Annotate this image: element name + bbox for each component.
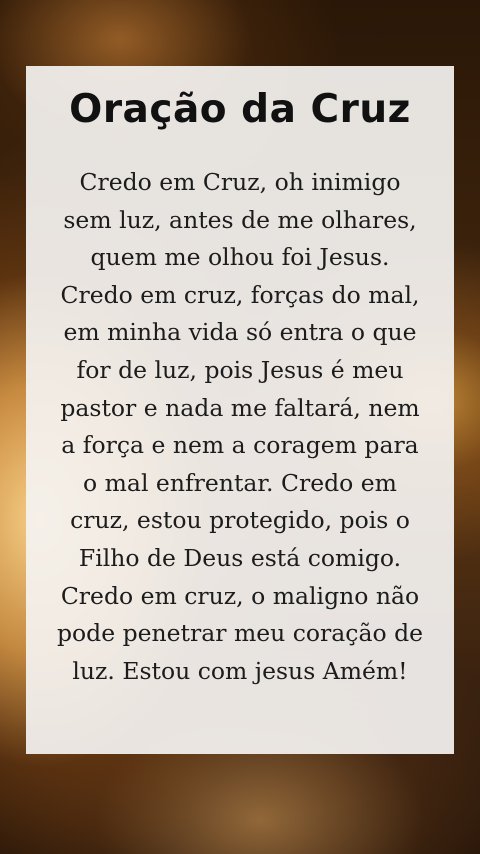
- prayer-line: Filho de Deus está comigo.: [78, 543, 402, 572]
- prayer-card: Oração da Cruz Credo em Cruz, oh inimigo…: [26, 66, 454, 754]
- prayer-title: Oração da Cruz: [69, 87, 411, 132]
- prayer-line: pastor e nada me faltará, nem: [60, 393, 420, 422]
- prayer-line: pode penetrar meu coração de: [56, 619, 424, 648]
- prayer-line: sem luz, antes de me olhares,: [63, 205, 417, 234]
- prayer-line: em minha vida só entra o que: [63, 318, 417, 347]
- prayer-line: o mal enfrentar. Credo em: [83, 468, 397, 497]
- prayer-text: Credo em Cruz, oh inimigo sem luz, antes…: [40, 164, 440, 690]
- prayer-line: cruz, estou protegido, pois o: [70, 506, 410, 535]
- prayer-line: luz. Estou com jesus Amém!: [72, 656, 408, 685]
- prayer-line: Credo em cruz, o maligno não: [60, 581, 420, 610]
- prayer-line: quem me olhou foi Jesus.: [90, 243, 390, 272]
- prayer-line: Credo em Cruz, oh inimigo: [79, 168, 401, 196]
- prayer-line: a força e nem a coragem para: [61, 431, 419, 460]
- prayer-line: for de luz, pois Jesus é meu: [76, 355, 404, 384]
- prayer-line: Credo em cruz, forças do mal,: [60, 280, 420, 309]
